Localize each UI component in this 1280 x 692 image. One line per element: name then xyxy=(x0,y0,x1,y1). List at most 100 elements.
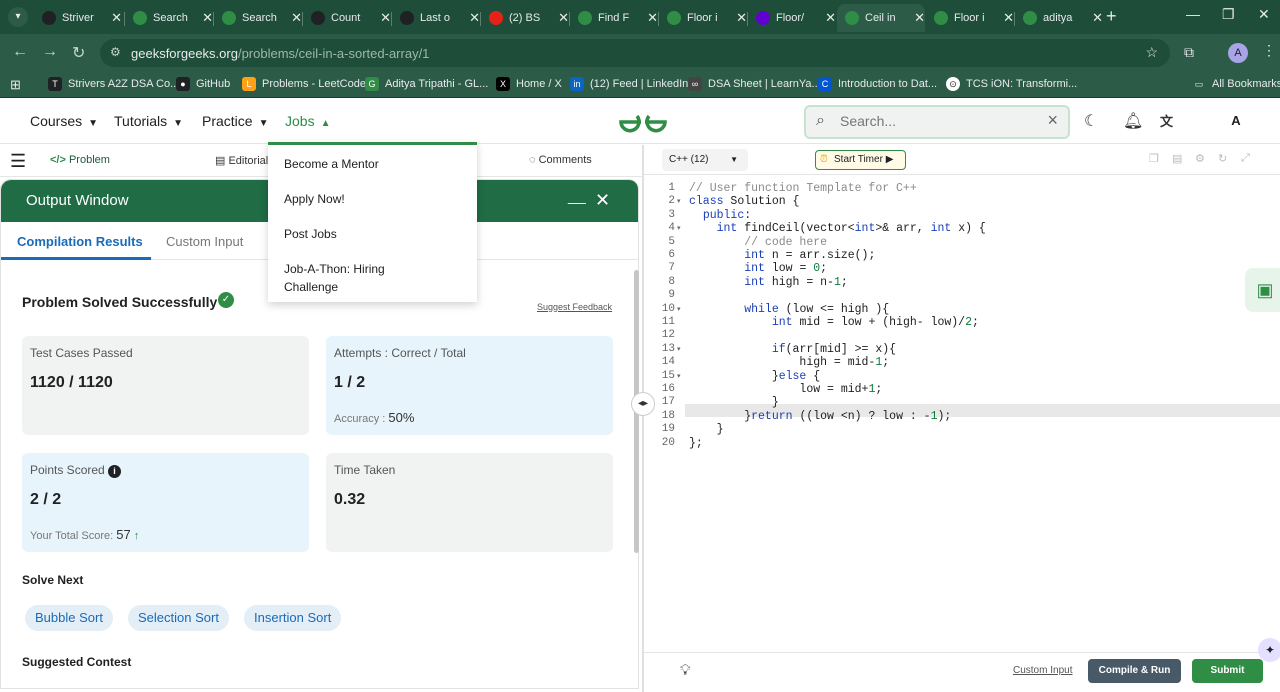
bookmark-item[interactable]: ∞ DSA Sheet | LearnYa... xyxy=(688,77,821,91)
settings-icon[interactable]: ⚙ xyxy=(1195,152,1205,165)
bookmark-item[interactable]: C Introduction to Dat... xyxy=(818,77,937,91)
browser-tab[interactable]: Find F ✕ xyxy=(570,4,658,32)
notification-bell-icon[interactable]: 🔔︎ xyxy=(1123,111,1143,131)
browser-tab[interactable]: (2) BS ✕ xyxy=(481,4,569,32)
menu-item-job-a-thon[interactable]: Job-A-Thon: Hiring Challenge xyxy=(284,260,414,296)
close-tab-icon[interactable]: ✕ xyxy=(291,10,302,26)
bookmark-item[interactable]: X Home / X xyxy=(496,77,562,91)
info-icon[interactable]: i xyxy=(108,465,122,478)
close-window-icon[interactable]: ✕ xyxy=(1258,6,1270,23)
close-tab-icon[interactable]: ✕ xyxy=(825,10,836,26)
fold-arrow-icon[interactable]: ▾ xyxy=(677,224,681,232)
fold-arrow-icon[interactable]: ▾ xyxy=(677,345,681,353)
hamburger-menu-icon[interactable]: ☰ xyxy=(10,151,26,172)
tab-problem[interactable]: </> Problem xyxy=(50,154,110,166)
profile-avatar[interactable]: A xyxy=(1228,43,1248,63)
new-tab-icon[interactable]: + xyxy=(1106,6,1117,27)
close-tab-icon[interactable]: ✕ xyxy=(736,10,747,26)
lightbulb-icon[interactable]: 💡︎ xyxy=(680,662,691,679)
close-tab-icon[interactable]: ✕ xyxy=(1092,10,1103,26)
browser-menu-icon[interactable]: ⋮ xyxy=(1262,42,1276,59)
submit-button[interactable]: Submit xyxy=(1192,659,1263,683)
minimize-icon[interactable]: __ xyxy=(568,188,586,206)
solve-next-selection-sort[interactable]: Selection Sort xyxy=(128,605,229,631)
menu-item-become-mentor[interactable]: Become a Mentor xyxy=(284,155,379,173)
code-text[interactable]: // User function Template for C++ class S… xyxy=(689,176,1280,652)
copy-icon[interactable]: ❐ xyxy=(1149,152,1159,165)
browser-tab[interactable]: Floor i ✕ xyxy=(926,4,1014,32)
bookmark-item[interactable]: G Aditya Tripathi - GL... xyxy=(365,77,488,91)
close-tab-icon[interactable]: ✕ xyxy=(111,10,122,26)
url-text[interactable]: geeksforgeeks.org/problems/ceil-in-a-sor… xyxy=(131,46,429,61)
fold-arrow-icon[interactable]: ▾ xyxy=(677,372,681,380)
browser-tab[interactable]: Last o ✕ xyxy=(392,4,480,32)
bookmark-item[interactable]: ⊙ TCS iON: Transformi... xyxy=(946,77,1077,91)
ai-assistant-icon[interactable]: ✦ xyxy=(1258,638,1280,662)
custom-input-link[interactable]: Custom Input xyxy=(1013,665,1072,676)
close-tab-icon[interactable]: ✕ xyxy=(914,10,925,26)
browser-tab[interactable]: Striver ✕ xyxy=(34,4,122,32)
close-tab-icon[interactable]: ✕ xyxy=(647,10,658,26)
browser-tab[interactable]: Search ✕ xyxy=(125,4,213,32)
apps-grid-icon[interactable]: ⊞ xyxy=(10,77,21,93)
close-tab-icon[interactable]: ✕ xyxy=(380,10,391,26)
nav-practice[interactable]: Practice ▼ xyxy=(202,113,268,129)
fold-arrow-icon[interactable]: ▾ xyxy=(677,197,681,205)
close-tab-icon[interactable]: ✕ xyxy=(469,10,480,26)
solve-next-insertion-sort[interactable]: Insertion Sort xyxy=(244,605,342,631)
browser-tab[interactable]: Floor i ✕ xyxy=(659,4,747,32)
compile-run-button[interactable]: Compile & Run xyxy=(1088,659,1181,683)
close-tab-icon[interactable]: ✕ xyxy=(202,10,213,26)
address-bar[interactable]: ⚙ geeksforgeeks.org/problems/ceil-in-a-s… xyxy=(100,39,1170,67)
fold-arrow-icon[interactable]: ▾ xyxy=(677,305,681,313)
reset-icon[interactable]: ↻ xyxy=(1218,152,1227,165)
tab-compilation-results[interactable]: Compilation Results xyxy=(17,234,143,249)
all-bookmarks[interactable]: ▭ All Bookmarks xyxy=(1192,77,1280,91)
browser-tab[interactable]: aditya ✕ xyxy=(1015,4,1103,32)
browser-tab[interactable]: Ceil in ✕ xyxy=(837,4,925,32)
nav-jobs[interactable]: Jobs ▲ xyxy=(285,113,330,129)
reload-icon[interactable]: ↻ xyxy=(72,43,85,63)
solve-next-bubble-sort[interactable]: Bubble Sort xyxy=(25,605,113,631)
tab-editorial[interactable]: ▤ Editorial xyxy=(215,154,268,167)
browser-tab[interactable]: Floor/ ✕ xyxy=(748,4,836,32)
browser-tab[interactable]: Count ✕ xyxy=(303,4,391,32)
browser-tab[interactable]: Search ✕ xyxy=(214,4,302,32)
back-icon[interactable]: ← xyxy=(12,43,28,61)
bookmark-item[interactable]: in (12) Feed | LinkedIn xyxy=(570,77,688,91)
menu-item-apply-now[interactable]: Apply Now! xyxy=(284,190,345,208)
fullscreen-icon[interactable]: ⤢ xyxy=(1241,152,1250,165)
start-timer-button[interactable]: ⏰︎ Start Timer ▶ xyxy=(815,150,906,170)
language-select[interactable]: C++ (12) ▼ xyxy=(662,149,748,171)
tab-search-dropdown-icon[interactable]: ▾ xyxy=(8,7,28,27)
search-input[interactable] xyxy=(840,113,1040,129)
clear-search-icon[interactable]: × xyxy=(1047,110,1058,131)
minimize-window-icon[interactable]: — xyxy=(1186,6,1200,22)
nav-tutorials[interactable]: Tutorials ▼ xyxy=(114,113,183,129)
dark-mode-icon[interactable]: ☾ xyxy=(1084,111,1098,131)
close-tab-icon[interactable]: ✕ xyxy=(1003,10,1014,26)
close-icon[interactable]: ✕ xyxy=(595,190,610,211)
nav-courses[interactable]: Courses ▼ xyxy=(30,113,98,129)
bookmark-item[interactable]: ● GitHub xyxy=(176,77,230,91)
code-line: while (low <= high ){ xyxy=(744,302,890,316)
user-avatar[interactable]: A xyxy=(1224,109,1248,133)
menu-item-post-jobs[interactable]: Post Jobs xyxy=(284,225,337,243)
restore-window-icon[interactable]: ❐ xyxy=(1222,6,1235,23)
site-info-icon[interactable]: ⚙ xyxy=(110,45,121,59)
translate-icon[interactable]: 文 xyxy=(1160,111,1173,130)
close-tab-icon[interactable]: ✕ xyxy=(558,10,569,26)
gfg-logo[interactable] xyxy=(617,109,669,135)
forward-icon[interactable]: → xyxy=(42,43,58,61)
suggest-feedback-link[interactable]: Suggest Feedback xyxy=(537,302,612,312)
tab-custom-input[interactable]: Custom Input xyxy=(166,234,243,249)
bookmark-item[interactable]: L Problems - LeetCode xyxy=(242,77,366,91)
bookmark-item[interactable]: T Strivers A2Z DSA Co... xyxy=(48,77,179,91)
resize-handle-icon[interactable]: ◂▸ xyxy=(631,392,655,416)
extensions-icon[interactable]: ⧉ xyxy=(1184,44,1194,61)
file-icon[interactable]: ▤ xyxy=(1172,152,1182,165)
bookmark-star-icon[interactable]: ☆ xyxy=(1145,44,1158,61)
site-search[interactable]: ⌕ × xyxy=(804,105,1070,139)
chat-icon[interactable]: ▣ xyxy=(1245,268,1280,312)
tab-comments[interactable]: ◌ Comments xyxy=(529,154,592,166)
